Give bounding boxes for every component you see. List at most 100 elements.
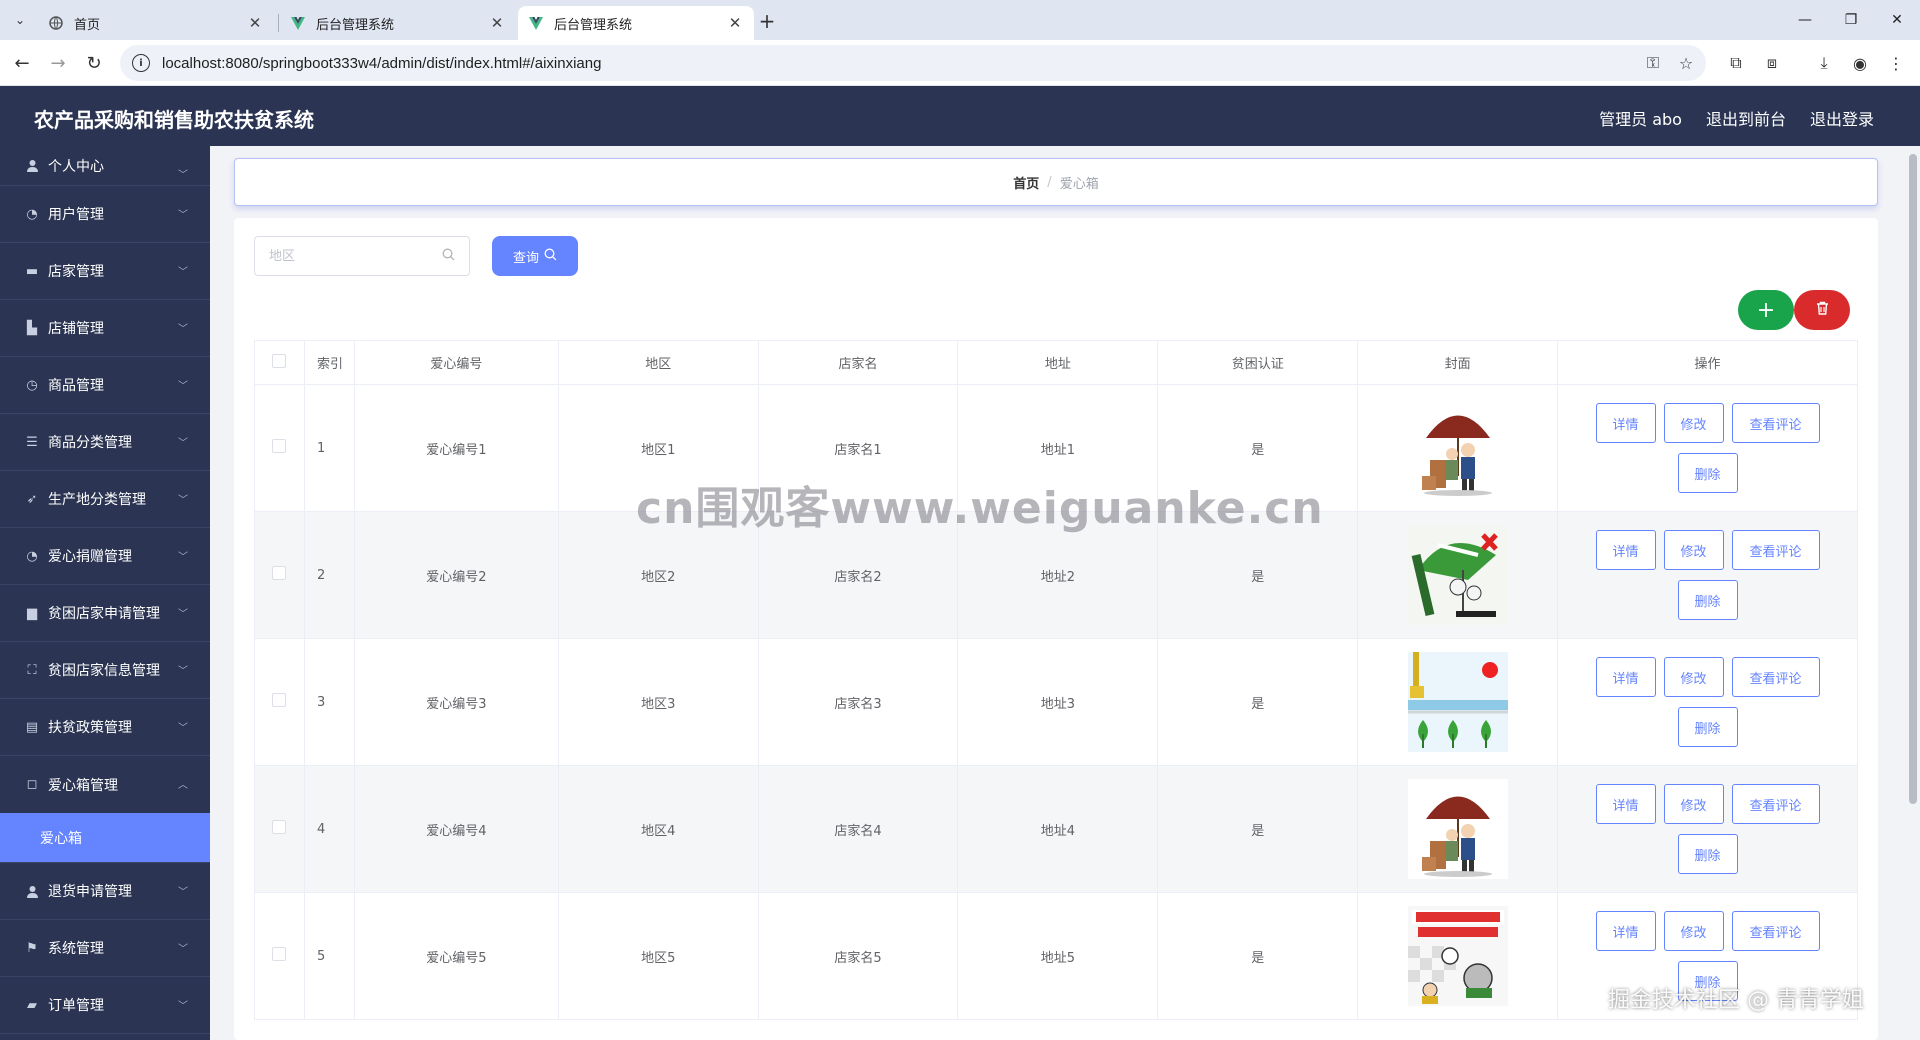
back-icon[interactable]: ←	[8, 49, 36, 77]
sidebar-item-donations[interactable]: ◔ 爱心捐赠管理 ﹀	[0, 528, 210, 585]
chevron-down-icon: ﹀	[178, 381, 188, 392]
url-field[interactable]: i localhost:8080/springboot333w4/admin/d…	[120, 45, 1706, 81]
site-info-icon[interactable]: i	[132, 54, 150, 72]
search-icon	[442, 248, 455, 265]
cell-index: 5	[303, 892, 355, 1020]
cell-poverty: 是	[1157, 892, 1359, 1020]
cell-address: 地址4	[957, 765, 1159, 893]
sidebar-item-categories[interactable]: ☰ 商品分类管理 ﹀	[0, 414, 210, 471]
circle-icon: ◔	[26, 548, 38, 564]
detail-button[interactable]: 详情	[1595, 657, 1656, 697]
minimize-icon[interactable]: —	[1782, 4, 1828, 36]
sidebar-item-system[interactable]: ⚑ 系统管理 ﹀	[0, 920, 210, 977]
user-icon	[24, 158, 40, 174]
sidebar-item-poor-info[interactable]: ⛶ 贫困店家信息管理 ﹀	[0, 642, 210, 699]
sidebar-subitem-lovebox[interactable]: 爱心箱	[0, 813, 210, 863]
cell-cover	[1357, 892, 1559, 1020]
browser-tab-home[interactable]: 首页 ✕	[38, 6, 274, 40]
sidebar-item-merchants[interactable]: ▬ 店家管理 ﹀	[0, 243, 210, 300]
breadcrumb-home[interactable]: 首页	[1013, 173, 1039, 192]
chevron-down-icon: ﹀	[178, 1001, 188, 1012]
header-address: 地址	[957, 340, 1159, 385]
sidebar-item-poor-applications[interactable]: ▆ 贫困店家申请管理 ﹀	[0, 585, 210, 642]
sidebar-item-users[interactable]: ◔ 用户管理 ﹀	[0, 186, 210, 243]
sidebar-item-products[interactable]: ◷ 商品管理 ﹀	[0, 357, 210, 414]
scrollbar-thumb[interactable]	[1909, 154, 1917, 804]
new-tab-button[interactable]: +	[755, 9, 779, 33]
region-search-field[interactable]	[254, 236, 470, 276]
detail-button[interactable]: 详情	[1595, 530, 1656, 570]
edit-button[interactable]: 修改	[1663, 911, 1724, 951]
row-select-cell	[254, 638, 305, 766]
edit-button[interactable]: 修改	[1663, 403, 1724, 443]
bookmark-star-icon[interactable]: ☆	[1675, 52, 1697, 74]
cell-cover	[1357, 638, 1559, 766]
close-window-icon[interactable]: ✕	[1874, 4, 1920, 36]
row-select-cell	[254, 765, 305, 893]
sidebar-item-policies[interactable]: ▤ 扶贫政策管理 ﹀	[0, 699, 210, 756]
row-checkbox[interactable]	[272, 947, 287, 961]
detail-button[interactable]: 详情	[1595, 784, 1656, 824]
delete-button[interactable]: 删除	[1677, 453, 1738, 493]
view-comments-button[interactable]: 查看评论	[1731, 530, 1820, 570]
add-button[interactable]: +	[1738, 290, 1794, 330]
tab-search-button[interactable]: ⌄	[8, 8, 32, 32]
edit-button[interactable]: 修改	[1663, 530, 1724, 570]
restore-icon[interactable]: ❐	[1828, 4, 1874, 36]
cell-poverty: 是	[1157, 765, 1359, 893]
batch-delete-button[interactable]	[1794, 290, 1850, 330]
tab-label: 后台管理系统	[316, 17, 395, 33]
tab-close-icon[interactable]: ✕	[246, 14, 264, 32]
table-row: 4 爱心编号4 地区4 店家名4 地址4 是 详情 修改 查看评论 删除	[254, 765, 1858, 893]
sidebar-item-stores[interactable]: ▙ 店铺管理 ﹀	[0, 300, 210, 357]
tab-close-icon[interactable]: ✕	[488, 14, 506, 32]
frame-icon: ⛶	[27, 662, 37, 678]
view-comments-button[interactable]: 查看评论	[1731, 657, 1820, 697]
delete-button[interactable]: 删除	[1677, 707, 1738, 747]
detail-button[interactable]: 详情	[1595, 403, 1656, 443]
cell-actions: 详情 修改 查看评论 删除	[1557, 638, 1858, 766]
tab-divider	[278, 14, 279, 32]
sidebar-item-lovebox[interactable]: ◻ 爱心箱管理 ︿	[0, 756, 210, 813]
row-checkbox[interactable]	[272, 693, 287, 707]
select-all-checkbox[interactable]	[272, 353, 287, 368]
sidebar-item-returns[interactable]: 退货申请管理 ﹀	[0, 863, 210, 920]
more-menu-icon[interactable]: ⋮	[1884, 51, 1908, 75]
logout-link[interactable]: 退出登录	[1810, 106, 1874, 130]
row-checkbox[interactable]	[272, 566, 287, 580]
globe-icon	[48, 15, 64, 31]
sidebar-item-orders[interactable]: ▰ 订单管理 ﹀	[0, 977, 210, 1034]
download-icon[interactable]: ⤓	[1812, 51, 1836, 75]
cell-region: 地区5	[557, 892, 759, 1020]
screenshot-icon[interactable]: ⧉	[1724, 51, 1748, 75]
sidebar-item-profile[interactable]: 个人中心 ﹀	[0, 146, 210, 186]
delete-button[interactable]: 删除	[1677, 580, 1738, 620]
reload-icon[interactable]: ↻	[80, 49, 108, 77]
row-checkbox[interactable]	[272, 820, 287, 834]
browser-tab-admin-active[interactable]: 后台管理系统 ✕	[518, 6, 754, 40]
tab-close-icon[interactable]: ✕	[726, 14, 744, 32]
edit-button[interactable]: 修改	[1663, 657, 1724, 697]
detail-button[interactable]: 详情	[1595, 911, 1656, 951]
to-front-link[interactable]: 退出到前台	[1706, 106, 1786, 130]
delete-button[interactable]: 删除	[1677, 834, 1738, 874]
edit-button[interactable]: 修改	[1663, 784, 1724, 824]
view-comments-button[interactable]: 查看评论	[1731, 403, 1820, 443]
view-comments-button[interactable]: 查看评论	[1731, 911, 1820, 951]
vue-icon	[528, 15, 544, 31]
browser-tab-admin[interactable]: 后台管理系统 ✕	[280, 6, 516, 40]
view-comments-button[interactable]: 查看评论	[1731, 784, 1820, 824]
region-search-input[interactable]	[269, 248, 442, 264]
sidebar-item-origins[interactable]: ➶ 生产地分类管理 ﹀	[0, 471, 210, 528]
row-checkbox[interactable]	[272, 439, 287, 453]
cell-address: 地址3	[957, 638, 1159, 766]
page-scrollbar[interactable]	[1906, 146, 1920, 1040]
query-button-label: 查询	[512, 250, 539, 266]
profile-icon[interactable]: ◉	[1848, 51, 1872, 75]
header-code: 爱心编号	[353, 340, 559, 385]
query-button[interactable]: 查询	[492, 236, 578, 276]
chevron-down-icon: ﹀	[178, 324, 188, 335]
extensions-icon[interactable]: ⧈	[1760, 51, 1784, 75]
password-key-icon[interactable]: ⚿	[1642, 52, 1664, 74]
forward-icon[interactable]: →	[44, 49, 72, 77]
